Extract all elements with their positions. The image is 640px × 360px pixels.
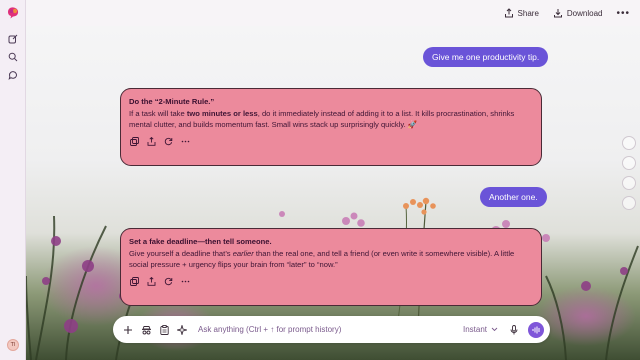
- chevron-down-icon: [491, 327, 498, 332]
- assistant-message: Do the “2-Minute Rule.” If a task will t…: [120, 88, 542, 166]
- share-label: Share: [517, 8, 539, 18]
- sparkle-icon[interactable]: [176, 324, 188, 336]
- app-logo-icon[interactable]: [6, 6, 20, 20]
- more-options-button[interactable]: •••: [616, 8, 630, 19]
- more-icon[interactable]: [180, 137, 190, 147]
- scroll-control-button[interactable]: [622, 156, 636, 170]
- copy-icon[interactable]: [129, 137, 139, 147]
- new-chat-icon[interactable]: [7, 33, 19, 45]
- scroll-down-button[interactable]: [622, 196, 636, 210]
- download-icon: [553, 9, 562, 18]
- user-message: Another one.: [480, 187, 547, 207]
- user-message-text: Another one.: [489, 192, 538, 202]
- mode-selector[interactable]: Instant: [463, 325, 498, 334]
- meadow-flowers-image: [26, 197, 639, 360]
- top-bar: Share Download •••: [26, 0, 640, 26]
- message-actions: [129, 137, 532, 147]
- body-bold-text: two minutes or less: [186, 108, 258, 118]
- assistant-message: Set a fake deadline—then tell someone. G…: [120, 228, 542, 306]
- scroll-control-button[interactable]: [622, 176, 636, 190]
- assistant-message-body: Give yourself a deadline that’s earlier …: [129, 248, 532, 271]
- message-actions: [129, 277, 532, 287]
- regenerate-icon[interactable]: [163, 277, 173, 287]
- user-message: Give me one productivity tip.: [423, 47, 549, 67]
- prompt-input[interactable]: Ask anything (Ctrl + ↑ for prompt histor…: [198, 325, 463, 334]
- more-icon[interactable]: [180, 277, 190, 287]
- voice-mode-button[interactable]: [528, 321, 544, 338]
- share-icon: [504, 8, 513, 18]
- mode-label: Instant: [462, 325, 487, 334]
- chat-background: [26, 26, 640, 360]
- incognito-icon[interactable]: [140, 324, 152, 336]
- user-message-text: Give me one productivity tip.: [432, 52, 540, 62]
- clipboard-icon[interactable]: [158, 324, 170, 336]
- message-composer: Ask anything (Ctrl + ↑ for prompt histor…: [113, 316, 550, 343]
- chats-icon[interactable]: [7, 69, 19, 81]
- search-icon[interactable]: [7, 51, 19, 63]
- assistant-message-title: Set a fake deadline—then tell someone.: [129, 237, 272, 246]
- download-label: Download: [566, 8, 603, 18]
- rocket-emoji: 🚀: [407, 120, 418, 129]
- share-message-icon[interactable]: [146, 277, 156, 287]
- body-text: If a task will take: [129, 108, 187, 118]
- body-italic-text: earlier: [232, 248, 254, 258]
- copy-icon[interactable]: [129, 277, 139, 287]
- download-button[interactable]: Download: [553, 8, 603, 18]
- assistant-message-title: Do the “2-Minute Rule.”: [129, 97, 215, 106]
- microphone-icon[interactable]: [508, 324, 520, 336]
- share-message-icon[interactable]: [146, 137, 156, 147]
- user-avatar[interactable]: TI: [7, 339, 19, 351]
- scroll-up-button[interactable]: [622, 136, 636, 150]
- share-button[interactable]: Share: [504, 8, 539, 18]
- add-icon[interactable]: [122, 324, 134, 336]
- body-text: Give yourself a deadline that’s: [129, 248, 233, 258]
- more-icon: •••: [616, 7, 630, 19]
- assistant-message-body: If a task will take two minutes or less,…: [129, 108, 532, 131]
- avatar-initials: TI: [10, 342, 16, 348]
- left-rail: TI: [0, 0, 26, 360]
- regenerate-icon[interactable]: [163, 137, 173, 147]
- waveform-icon: [532, 326, 539, 333]
